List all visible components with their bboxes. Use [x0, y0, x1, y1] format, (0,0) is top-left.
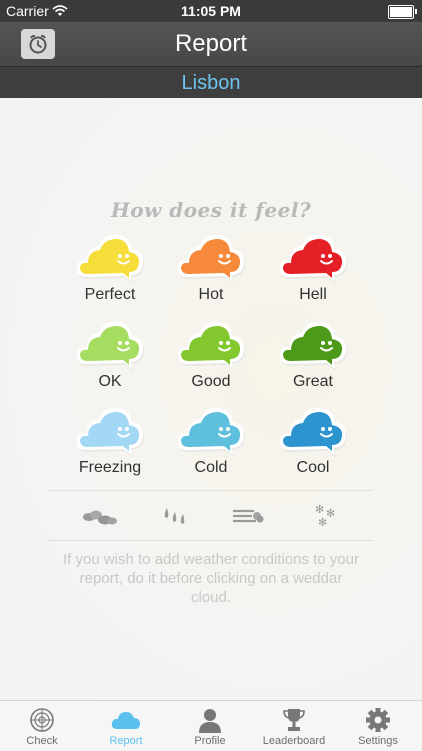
smiling-cloud-icon — [76, 321, 145, 371]
trophy-icon — [283, 709, 305, 731]
navigation-bar: Report — [0, 22, 422, 66]
cloud-button-ok[interactable]: OK — [60, 317, 160, 395]
smiling-cloud-icon — [279, 234, 348, 284]
smiling-cloud-icon — [177, 234, 246, 284]
cloud-button-good[interactable]: Good — [161, 317, 261, 395]
radar-icon — [30, 708, 54, 732]
rain-icon — [164, 508, 185, 524]
cloud-label: Cold — [194, 459, 228, 476]
profile-icon — [199, 709, 221, 733]
cloud-label: Hot — [198, 286, 224, 303]
tab-report-label: Report — [109, 735, 143, 747]
cloud-label: Hell — [299, 286, 327, 303]
status-time: 11:05 PM — [181, 3, 241, 19]
svg-text:✻: ✻ — [318, 516, 327, 529]
cloud-button-hot[interactable]: Hot — [161, 230, 261, 308]
cloud-label: OK — [98, 373, 122, 390]
location-bar: Lisbon — [0, 66, 422, 98]
smiling-cloud-icon — [177, 321, 246, 371]
cloud-button-cold[interactable]: Cold — [161, 403, 261, 481]
smiling-cloud-icon — [279, 407, 348, 457]
cloud-label: Good — [191, 373, 231, 390]
svg-text:✻: ✻ — [326, 507, 335, 520]
cloud-button-freezing[interactable]: Freezing — [60, 403, 160, 481]
cloud-button-great[interactable]: Great — [263, 317, 363, 395]
wind-icon — [233, 509, 264, 523]
conditions-hint: If you wish to add weather conditions to… — [62, 551, 359, 606]
status-bar: Carrier 11:05 PM — [0, 0, 422, 22]
cloud-button-perfect[interactable]: Perfect — [60, 230, 160, 308]
cloud-button-cool[interactable]: Cool — [263, 403, 363, 481]
cloud-button-hell[interactable]: Hell — [263, 230, 363, 308]
tab-check[interactable]: Check — [0, 701, 84, 751]
condition-snow-button[interactable]: ✻ ✻ ✻ — [306, 502, 346, 530]
cloud-icon — [111, 712, 140, 729]
report-panel: How does it feel? Perfect Hot Hell OK Good Gr… — [0, 98, 422, 700]
svg-text:✻: ✻ — [315, 503, 324, 516]
tab-leaderboard-label: Leaderboard — [262, 735, 326, 747]
cloud-label: Perfect — [84, 286, 136, 303]
condition-rain-button[interactable] — [155, 502, 195, 530]
tab-profile[interactable]: Profile — [168, 701, 252, 751]
smiling-cloud-icon — [279, 321, 348, 371]
city-name[interactable]: Lisbon — [0, 72, 422, 95]
tab-settings[interactable]: Settings — [336, 701, 420, 751]
tab-bar: Check Report Profile Leaderboard Setting… — [0, 700, 422, 750]
cloud-label: Great — [292, 373, 333, 390]
snow-icon: ✻ ✻ ✻ — [315, 503, 335, 529]
feel-heading: How does it feel? — [110, 198, 312, 222]
tab-report[interactable]: Report — [84, 701, 168, 751]
divider-top — [47, 490, 373, 491]
condition-cloudy-button[interactable] — [80, 502, 120, 530]
smiling-cloud-icon — [76, 407, 145, 457]
tab-check-label: Check — [26, 735, 58, 747]
cloud-label: Freezing — [78, 459, 142, 476]
tab-leaderboard[interactable]: Leaderboard — [252, 701, 336, 751]
tab-profile-label: Profile — [194, 735, 226, 747]
tab-settings-label: Settings — [358, 735, 398, 747]
cloudy-icon — [83, 510, 117, 525]
divider-bottom — [47, 540, 373, 541]
condition-wind-button[interactable] — [228, 502, 268, 530]
gear-icon — [366, 708, 390, 732]
page-title: Report — [174, 30, 248, 57]
smiling-cloud-icon — [177, 407, 246, 457]
battery-icon — [388, 5, 417, 19]
smiling-cloud-icon — [76, 234, 145, 284]
cloud-label: Cool — [296, 459, 330, 476]
